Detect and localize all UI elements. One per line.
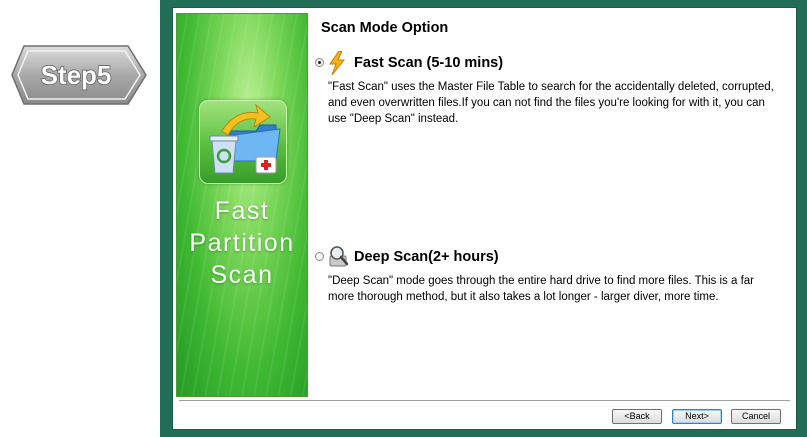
deep-scan-radio[interactable] — [315, 252, 324, 261]
banner-title-line: Scan — [210, 261, 274, 289]
button-bar-separator — [179, 400, 790, 402]
deep-scan-label[interactable]: Deep Scan(2+ hours) — [354, 249, 499, 265]
next-button[interactable]: Next> — [672, 409, 722, 424]
cancel-button[interactable]: Cancel — [731, 409, 781, 424]
fast-scan-label[interactable]: Fast Scan (5-10 mins) — [354, 55, 503, 71]
step-badge-label: Step5 — [41, 60, 112, 90]
side-banner: Fast Partition Scan — [176, 13, 308, 397]
magnifier-drive-icon — [328, 244, 350, 273]
back-button[interactable]: <Back — [612, 409, 662, 424]
lightning-bolt-icon — [328, 50, 346, 80]
scan-mode-dialog: Fast Partition Scan Scan Mode Option Fas… — [172, 7, 797, 430]
banner-title-line: Partition — [189, 229, 295, 257]
fast-scan-description: "Fast Scan" uses the Master File Table t… — [328, 81, 774, 125]
step-badge: Step5 — [10, 44, 148, 106]
fast-scan-radio[interactable] — [315, 58, 324, 67]
banner-title-line: Fast — [214, 197, 270, 225]
banner-title: Fast Partition Scan — [177, 195, 307, 291]
dialog-frame: Fast Partition Scan Scan Mode Option Fas… — [160, 0, 807, 437]
recycle-bin-folder-firstaid-icon — [199, 100, 287, 184]
deep-scan-description: "Deep Scan" mode goes through the entire… — [328, 275, 755, 303]
step-badge-arrow: Step5 — [11, 45, 147, 105]
page-title: Scan Mode Option — [321, 20, 449, 36]
